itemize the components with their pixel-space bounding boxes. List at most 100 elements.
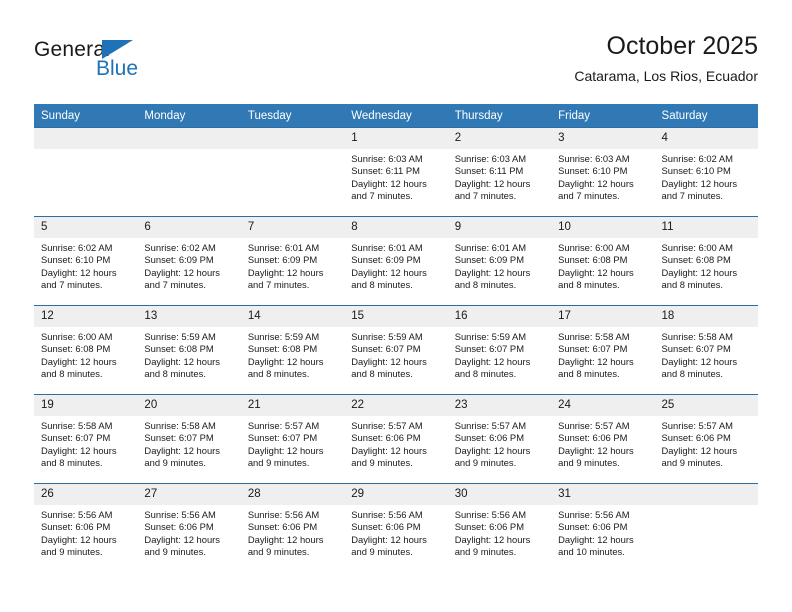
day-details: Sunrise: 5:57 AM Sunset: 6:06 PM Daylight:…	[551, 416, 654, 469]
daylight-text-cont: and 8 minutes.	[144, 367, 206, 379]
day-number: 8	[344, 217, 448, 238]
daylight-text-cont: and 8 minutes.	[454, 367, 517, 379]
day-details: Sunrise: 5:57 AM Sunset: 6:06 PM Daylight:…	[655, 416, 758, 469]
calendar-day-cell[interactable]: 16 Sunrise: 5:59 AM Sunset: 6:07 PM Dayligh…	[447, 305, 552, 395]
calendar-day-cell[interactable]: 7 Sunrise: 6:01 AM Sunset: 6:09 PM Daylight…	[240, 216, 345, 306]
calendar-day-cell[interactable]: 18 Sunrise: 5:58 AM Sunset: 6:07 PM Dayligh…	[654, 305, 758, 395]
sunrise-text: Sunrise: 5:57 AM	[558, 420, 630, 431]
calendar-day-cell[interactable]: 1 Sunrise: 6:03 AM Sunset: 6:11 PM Daylight…	[344, 127, 448, 217]
sunset-text: Sunset: 6:08 PM	[661, 254, 731, 266]
calendar-day-cell[interactable]: 22 Sunrise: 5:57 AM Sunset: 6:06 PM Dayligh…	[344, 394, 448, 484]
sunset-text: Sunset: 6:08 PM	[41, 343, 111, 355]
day-details: Sunrise: 5:56 AM Sunset: 6:06 PM Daylight:…	[344, 505, 447, 558]
daylight-text-cont: and 9 minutes.	[558, 456, 620, 468]
calendar-day-cell[interactable]: 31 Sunrise: 5:56 AM Sunset: 6:06 PM Dayligh…	[551, 483, 655, 572]
day-number: 20	[137, 395, 241, 416]
sunset-text: Sunset: 6:06 PM	[144, 521, 214, 533]
sunrise-text: Sunrise: 6:02 AM	[144, 242, 216, 253]
day-number: 4	[654, 128, 758, 149]
calendar-day-cell[interactable]: 9 Sunrise: 6:01 AM Sunset: 6:09 PM Daylight…	[447, 216, 552, 306]
calendar-day-cell[interactable]: 6 Sunrise: 6:02 AM Sunset: 6:09 PM Daylight…	[137, 216, 241, 306]
sunrise-text: Sunrise: 5:59 AM	[454, 331, 527, 342]
daylight-text-cont: and 8 minutes.	[454, 278, 517, 290]
day-number: 16	[447, 306, 552, 327]
calendar-day-cell[interactable]: 2 Sunrise: 6:03 AM Sunset: 6:11 PM Daylight…	[447, 127, 552, 217]
calendar-day-cell[interactable]: 24 Sunrise: 5:57 AM Sunset: 6:06 PM Dayligh…	[551, 394, 655, 484]
daylight-text: Daylight: 12 hours	[144, 266, 220, 278]
sunset-text: Sunset: 6:11 PM	[351, 165, 420, 177]
day-details: Sunrise: 5:56 AM Sunset: 6:06 PM Daylight:…	[34, 505, 137, 558]
sunset-text: Sunset: 6:08 PM	[558, 254, 628, 266]
calendar-day-cell[interactable]: 30 Sunrise: 5:56 AM Sunset: 6:06 PM Dayligh…	[447, 483, 552, 572]
calendar-day-cell[interactable]: 21 Sunrise: 5:57 AM Sunset: 6:07 PM Dayligh…	[240, 394, 345, 484]
calendar-day-cell[interactable]: 29 Sunrise: 5:56 AM Sunset: 6:06 PM Dayligh…	[344, 483, 448, 572]
daylight-text-cont: and 9 minutes.	[144, 456, 206, 468]
calendar-day-cell[interactable]: 26 Sunrise: 5:56 AM Sunset: 6:06 PM Dayligh…	[34, 483, 138, 572]
calendar-day-cell[interactable]: 27 Sunrise: 5:56 AM Sunset: 6:06 PM Dayligh…	[137, 483, 241, 572]
day-number: 3	[551, 128, 655, 149]
day-details: Sunrise: 6:00 AM Sunset: 6:08 PM Daylight:…	[655, 238, 758, 291]
calendar-day-cell[interactable]: 20 Sunrise: 5:58 AM Sunset: 6:07 PM Dayligh…	[137, 394, 241, 484]
daylight-text-cont: and 8 minutes.	[661, 278, 724, 290]
sunrise-text: Sunrise: 5:56 AM	[558, 509, 630, 520]
calendar-day-cell[interactable]: 13 Sunrise: 5:59 AM Sunset: 6:08 PM Dayligh…	[137, 305, 241, 395]
day-number: 19	[34, 395, 138, 416]
sunset-text: Sunset: 6:07 PM	[247, 432, 318, 444]
day-number: 29	[344, 484, 448, 505]
daylight-text-cont: and 9 minutes.	[454, 456, 517, 468]
sunrise-text: Sunrise: 5:56 AM	[41, 509, 113, 520]
daylight-text: Daylight: 12 hours	[247, 266, 324, 278]
sunrise-text: Sunrise: 5:58 AM	[661, 331, 733, 342]
sunrise-text: Sunrise: 5:57 AM	[247, 420, 320, 431]
calendar-day-cell[interactable]: 25 Sunrise: 5:57 AM Sunset: 6:06 PM Dayligh…	[654, 394, 758, 484]
day-number: 7	[240, 217, 345, 238]
daylight-text: Daylight: 12 hours	[144, 444, 220, 456]
calendar-day-cell[interactable]: 23 Sunrise: 5:57 AM Sunset: 6:06 PM Dayligh…	[447, 394, 552, 484]
sunrise-text: Sunrise: 5:59 AM	[351, 331, 423, 342]
calendar-day-cell[interactable]: 12 Sunrise: 6:00 AM Sunset: 6:08 PM Dayligh…	[34, 305, 138, 395]
daylight-text-cont: and 8 minutes.	[558, 367, 620, 379]
calendar-day-cell[interactable]: 11 Sunrise: 6:00 AM Sunset: 6:08 PM Dayligh…	[654, 216, 758, 306]
calendar-day-cell[interactable]: 17 Sunrise: 5:58 AM Sunset: 6:07 PM Dayligh…	[551, 305, 655, 395]
brand-logo[interactable]: General Blue	[34, 38, 264, 94]
daylight-text: Daylight: 12 hours	[41, 444, 117, 456]
daylight-text-cont: and 8 minutes.	[351, 278, 413, 290]
calendar-day-cell[interactable]: 8 Sunrise: 6:01 AM Sunset: 6:09 PM Daylight…	[344, 216, 448, 306]
calendar-day-cell[interactable]: 10 Sunrise: 6:00 AM Sunset: 6:08 PM Dayligh…	[551, 216, 655, 306]
daylight-text: Daylight: 12 hours	[558, 533, 634, 545]
day-details: Sunrise: 6:01 AM Sunset: 6:09 PM Daylight:…	[344, 238, 447, 291]
sunrise-text: Sunrise: 5:58 AM	[558, 331, 630, 342]
calendar-day-cell[interactable]: 4 Sunrise: 6:02 AM Sunset: 6:10 PM Daylight…	[654, 127, 758, 217]
sunset-text: Sunset: 6:10 PM	[661, 165, 731, 177]
calendar-day-cell[interactable]: 3 Sunrise: 6:03 AM Sunset: 6:10 PM Daylight…	[551, 127, 655, 217]
daylight-text: Daylight: 12 hours	[41, 266, 117, 278]
weekday-header-saturday: Saturday	[654, 104, 758, 128]
calendar-day-cell[interactable]: 19 Sunrise: 5:58 AM Sunset: 6:07 PM Dayligh…	[34, 394, 138, 484]
daylight-text-cont: and 9 minutes.	[454, 545, 517, 557]
day-details: Sunrise: 5:56 AM Sunset: 6:06 PM Daylight:…	[448, 505, 551, 558]
day-number: 11	[654, 217, 758, 238]
calendar-day-cell[interactable]: 14 Sunrise: 5:59 AM Sunset: 6:08 PM Dayligh…	[240, 305, 345, 395]
page-title: October 2025	[606, 32, 759, 60]
sunset-text: Sunset: 6:06 PM	[454, 521, 524, 533]
calendar-day-cell[interactable]: 15 Sunrise: 5:59 AM Sunset: 6:07 PM Dayligh…	[344, 305, 448, 395]
daylight-text-cont: and 7 minutes.	[661, 189, 724, 201]
sunset-text: Sunset: 6:07 PM	[41, 432, 111, 444]
sunrise-text: Sunrise: 6:03 AM	[454, 153, 527, 164]
calendar-day-cell[interactable]: 5 Sunrise: 6:02 AM Sunset: 6:10 PM Daylight…	[34, 216, 138, 306]
day-number: 24	[551, 395, 655, 416]
calendar-empty-cell	[654, 483, 758, 572]
sunset-text: Sunset: 6:07 PM	[558, 343, 628, 355]
daylight-text: Daylight: 12 hours	[454, 533, 531, 545]
day-number: 10	[551, 217, 655, 238]
sunset-text: Sunset: 6:07 PM	[454, 343, 524, 355]
day-number: 17	[551, 306, 655, 327]
daylight-text: Daylight: 12 hours	[247, 533, 324, 545]
daylight-text-cont: and 8 minutes.	[41, 456, 103, 468]
day-details: Sunrise: 5:57 AM Sunset: 6:07 PM Daylight:…	[241, 416, 344, 469]
daylight-text-cont: and 9 minutes.	[351, 545, 413, 557]
calendar-day-cell[interactable]: 28 Sunrise: 5:56 AM Sunset: 6:06 PM Dayligh…	[240, 483, 345, 572]
sunset-text: Sunset: 6:09 PM	[351, 254, 421, 266]
calendar-empty-cell	[34, 127, 138, 217]
daylight-text: Daylight: 12 hours	[41, 355, 117, 367]
